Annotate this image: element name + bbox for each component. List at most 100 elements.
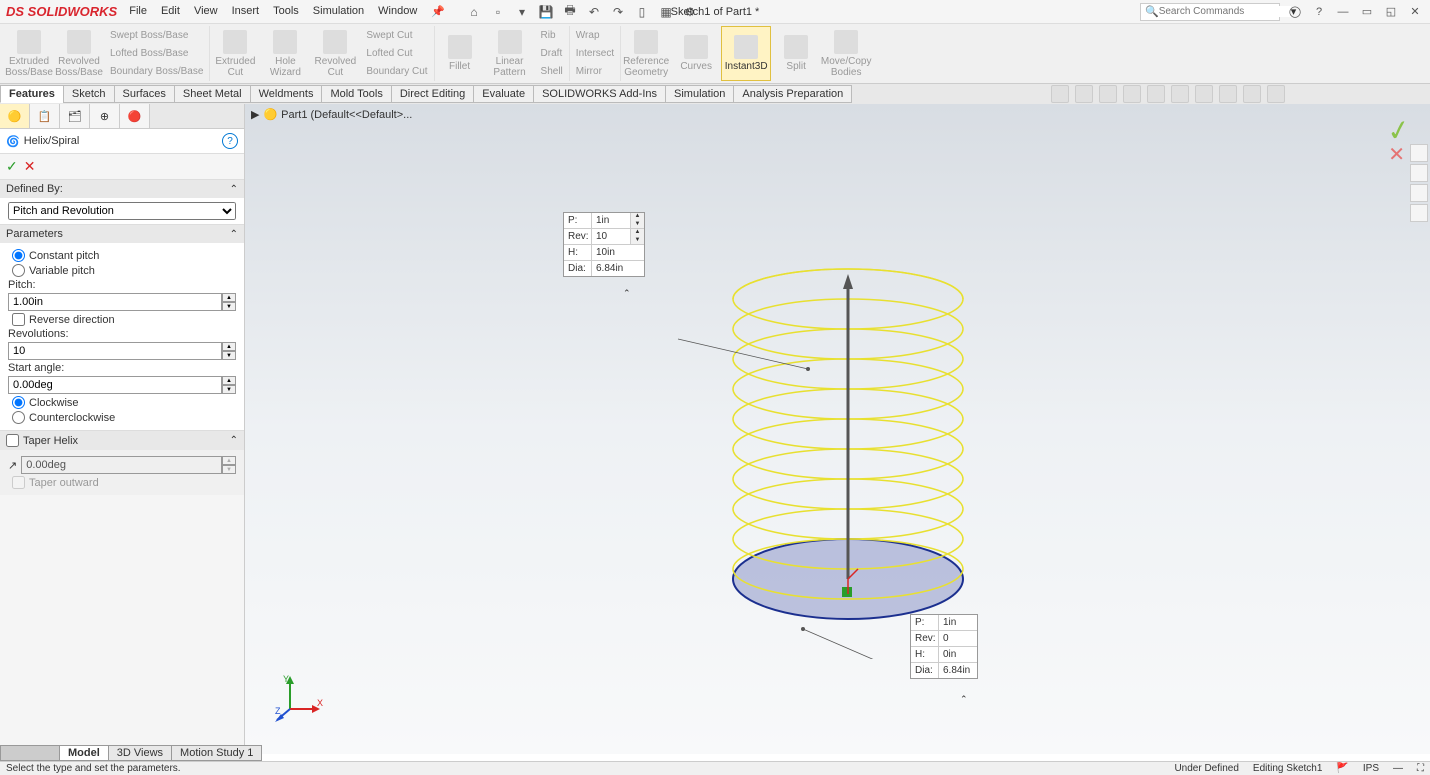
tab-features[interactable]: Features <box>0 85 64 103</box>
minimize-icon[interactable]: — <box>1334 3 1352 21</box>
boundary-boss-base-button[interactable]: Boundary Boss/Base <box>110 66 203 77</box>
callout-collapse-icon[interactable]: ⌃ <box>960 694 968 705</box>
orientation-triad[interactable]: Y X Z <box>275 674 325 724</box>
3d-views-tab[interactable]: 3D Views <box>108 745 172 761</box>
pitch-down-icon[interactable]: ▼ <box>222 302 236 311</box>
taper-helix-header[interactable]: Taper Helix ⌃ <box>0 431 244 450</box>
rev-down-icon[interactable]: ▼ <box>222 351 236 360</box>
tab-sheet-metal[interactable]: Sheet Metal <box>174 85 251 103</box>
collapse-icon[interactable]: ⌃ <box>230 435 238 446</box>
spin-up-icon[interactable]: ▲ <box>631 213 644 221</box>
angle-down-icon[interactable]: ▼ <box>222 385 236 394</box>
status-fullscreen-icon[interactable]: ⛶ <box>1417 763 1424 774</box>
dimxpert-tab-icon[interactable]: ⊕ <box>90 104 120 128</box>
display-style-icon[interactable] <box>1171 85 1189 103</box>
extruded-cut-button[interactable]: Extruded Cut <box>210 26 260 81</box>
pitch-input[interactable] <box>8 293 222 311</box>
menu-simulation[interactable]: Simulation <box>313 5 364 18</box>
previous-view-icon[interactable] <box>1099 85 1117 103</box>
spin-down-icon[interactable]: ▼ <box>631 237 644 245</box>
confirm-corner-cancel-icon[interactable]: ✕ <box>1388 142 1405 167</box>
accept-button[interactable]: ✓ <box>6 158 18 175</box>
home-icon[interactable]: ⌂ <box>465 3 483 21</box>
split-button[interactable]: Split <box>771 26 821 81</box>
configuration-manager-tab-icon[interactable]: 🗂 <box>60 104 90 128</box>
taskpane-resources-icon[interactable] <box>1410 144 1428 162</box>
callout-p-value[interactable]: 1in <box>592 213 630 228</box>
tab-analysis-prep[interactable]: Analysis Preparation <box>733 85 852 103</box>
feature-manager-tab-icon[interactable]: 🟡 <box>0 104 30 128</box>
status-units[interactable]: IPS <box>1363 763 1379 774</box>
lofted-cut-button[interactable]: Lofted Cut <box>366 48 427 59</box>
move-copy-bodies-button[interactable]: Move/Copy Bodies <box>821 26 871 81</box>
tab-weldments[interactable]: Weldments <box>250 85 323 103</box>
fillet-button[interactable]: Fillet <box>435 26 485 81</box>
revolutions-input[interactable] <box>8 342 222 360</box>
curves-button[interactable]: Curves <box>671 26 721 81</box>
reference-geometry-button[interactable]: Reference Geometry <box>621 26 671 81</box>
revolved-boss-base-button[interactable]: Revolved Boss/Base <box>54 26 104 81</box>
apply-scene-icon[interactable] <box>1243 85 1261 103</box>
reverse-direction-checkbox[interactable] <box>12 313 25 326</box>
callout-rev-value[interactable]: 10 <box>592 229 630 244</box>
trimetric-icons[interactable] <box>0 745 60 761</box>
graphics-viewport[interactable]: ▶ 🟡 Part1 (Default<<Default>... ✓ ✕ <box>245 104 1430 754</box>
lofted-boss-base-button[interactable]: Lofted Boss/Base <box>110 48 203 59</box>
collapse-icon[interactable]: ⌃ <box>230 184 238 195</box>
hole-wizard-button[interactable]: Hole Wizard <box>260 26 310 81</box>
taper-helix-checkbox[interactable] <box>6 434 19 447</box>
menu-pin-icon[interactable]: 📌 <box>431 5 445 18</box>
tab-mold-tools[interactable]: Mold Tools <box>321 85 391 103</box>
restore-icon[interactable]: ▭ <box>1358 3 1376 21</box>
view-settings-icon[interactable] <box>1267 85 1285 103</box>
zoom-area-icon[interactable] <box>1075 85 1093 103</box>
breadcrumb[interactable]: ▶ 🟡 Part1 (Default<<Default>... <box>251 108 412 121</box>
close-icon[interactable]: ✕ <box>1406 3 1424 21</box>
tab-sketch[interactable]: Sketch <box>63 85 115 103</box>
status-flag-icon[interactable]: 🚩 <box>1336 763 1348 774</box>
display-manager-tab-icon[interactable]: 🔴 <box>120 104 150 128</box>
collapse-icon[interactable]: ⌃ <box>230 229 238 240</box>
breadcrumb-expand-icon[interactable]: ▶ <box>251 108 259 121</box>
menu-window[interactable]: Window <box>378 5 417 18</box>
revolved-cut-button[interactable]: Revolved Cut <box>310 26 360 81</box>
tab-addins[interactable]: SOLIDWORKS Add-Ins <box>533 85 666 103</box>
callout-collapse-icon[interactable]: ⌃ <box>623 288 631 299</box>
intersect-button[interactable]: Intersect <box>576 48 614 59</box>
menu-insert[interactable]: Insert <box>232 5 260 18</box>
tab-evaluate[interactable]: Evaluate <box>473 85 534 103</box>
start-angle-input[interactable] <box>8 376 222 394</box>
view-orientation-icon[interactable] <box>1147 85 1165 103</box>
tab-simulation[interactable]: Simulation <box>665 85 734 103</box>
mirror-button[interactable]: Mirror <box>576 66 614 77</box>
maximize-icon[interactable]: ◱ <box>1382 3 1400 21</box>
variable-pitch-radio[interactable] <box>12 264 25 277</box>
menu-view[interactable]: View <box>194 5 218 18</box>
taskpane-file-explorer-icon[interactable] <box>1410 184 1428 202</box>
hide-show-icon[interactable] <box>1195 85 1213 103</box>
wrap-button[interactable]: Wrap <box>576 30 614 41</box>
search-input[interactable] <box>1159 6 1291 17</box>
menu-tools[interactable]: Tools <box>273 5 299 18</box>
linear-pattern-button[interactable]: Linear Pattern <box>485 26 535 81</box>
tab-surfaces[interactable]: Surfaces <box>114 85 175 103</box>
cancel-button[interactable]: ✕ <box>24 158 36 175</box>
model-tab[interactable]: Model <box>59 745 109 761</box>
angle-up-icon[interactable]: ▲ <box>222 376 236 385</box>
menu-file[interactable]: File <box>129 5 147 18</box>
swept-cut-button[interactable]: Swept Cut <box>366 30 427 41</box>
rev-up-icon[interactable]: ▲ <box>222 342 236 351</box>
taskpane-design-library-icon[interactable] <box>1410 164 1428 182</box>
new-icon[interactable]: ▫ <box>489 3 507 21</box>
pitch-up-icon[interactable]: ▲ <box>222 293 236 302</box>
shell-button[interactable]: Shell <box>541 66 563 77</box>
boundary-cut-button[interactable]: Boundary Cut <box>366 66 427 77</box>
save-icon[interactable]: 💾 <box>537 3 555 21</box>
rib-button[interactable]: Rib <box>541 30 563 41</box>
property-manager-tab-icon[interactable]: 📋 <box>30 104 60 128</box>
section-view-icon[interactable] <box>1123 85 1141 103</box>
defined-by-header[interactable]: Defined By: ⌃ <box>0 180 244 198</box>
help-icon[interactable]: ? <box>1310 3 1328 21</box>
instant3d-button[interactable]: Instant3D <box>721 26 771 81</box>
constant-pitch-radio[interactable] <box>12 249 25 262</box>
